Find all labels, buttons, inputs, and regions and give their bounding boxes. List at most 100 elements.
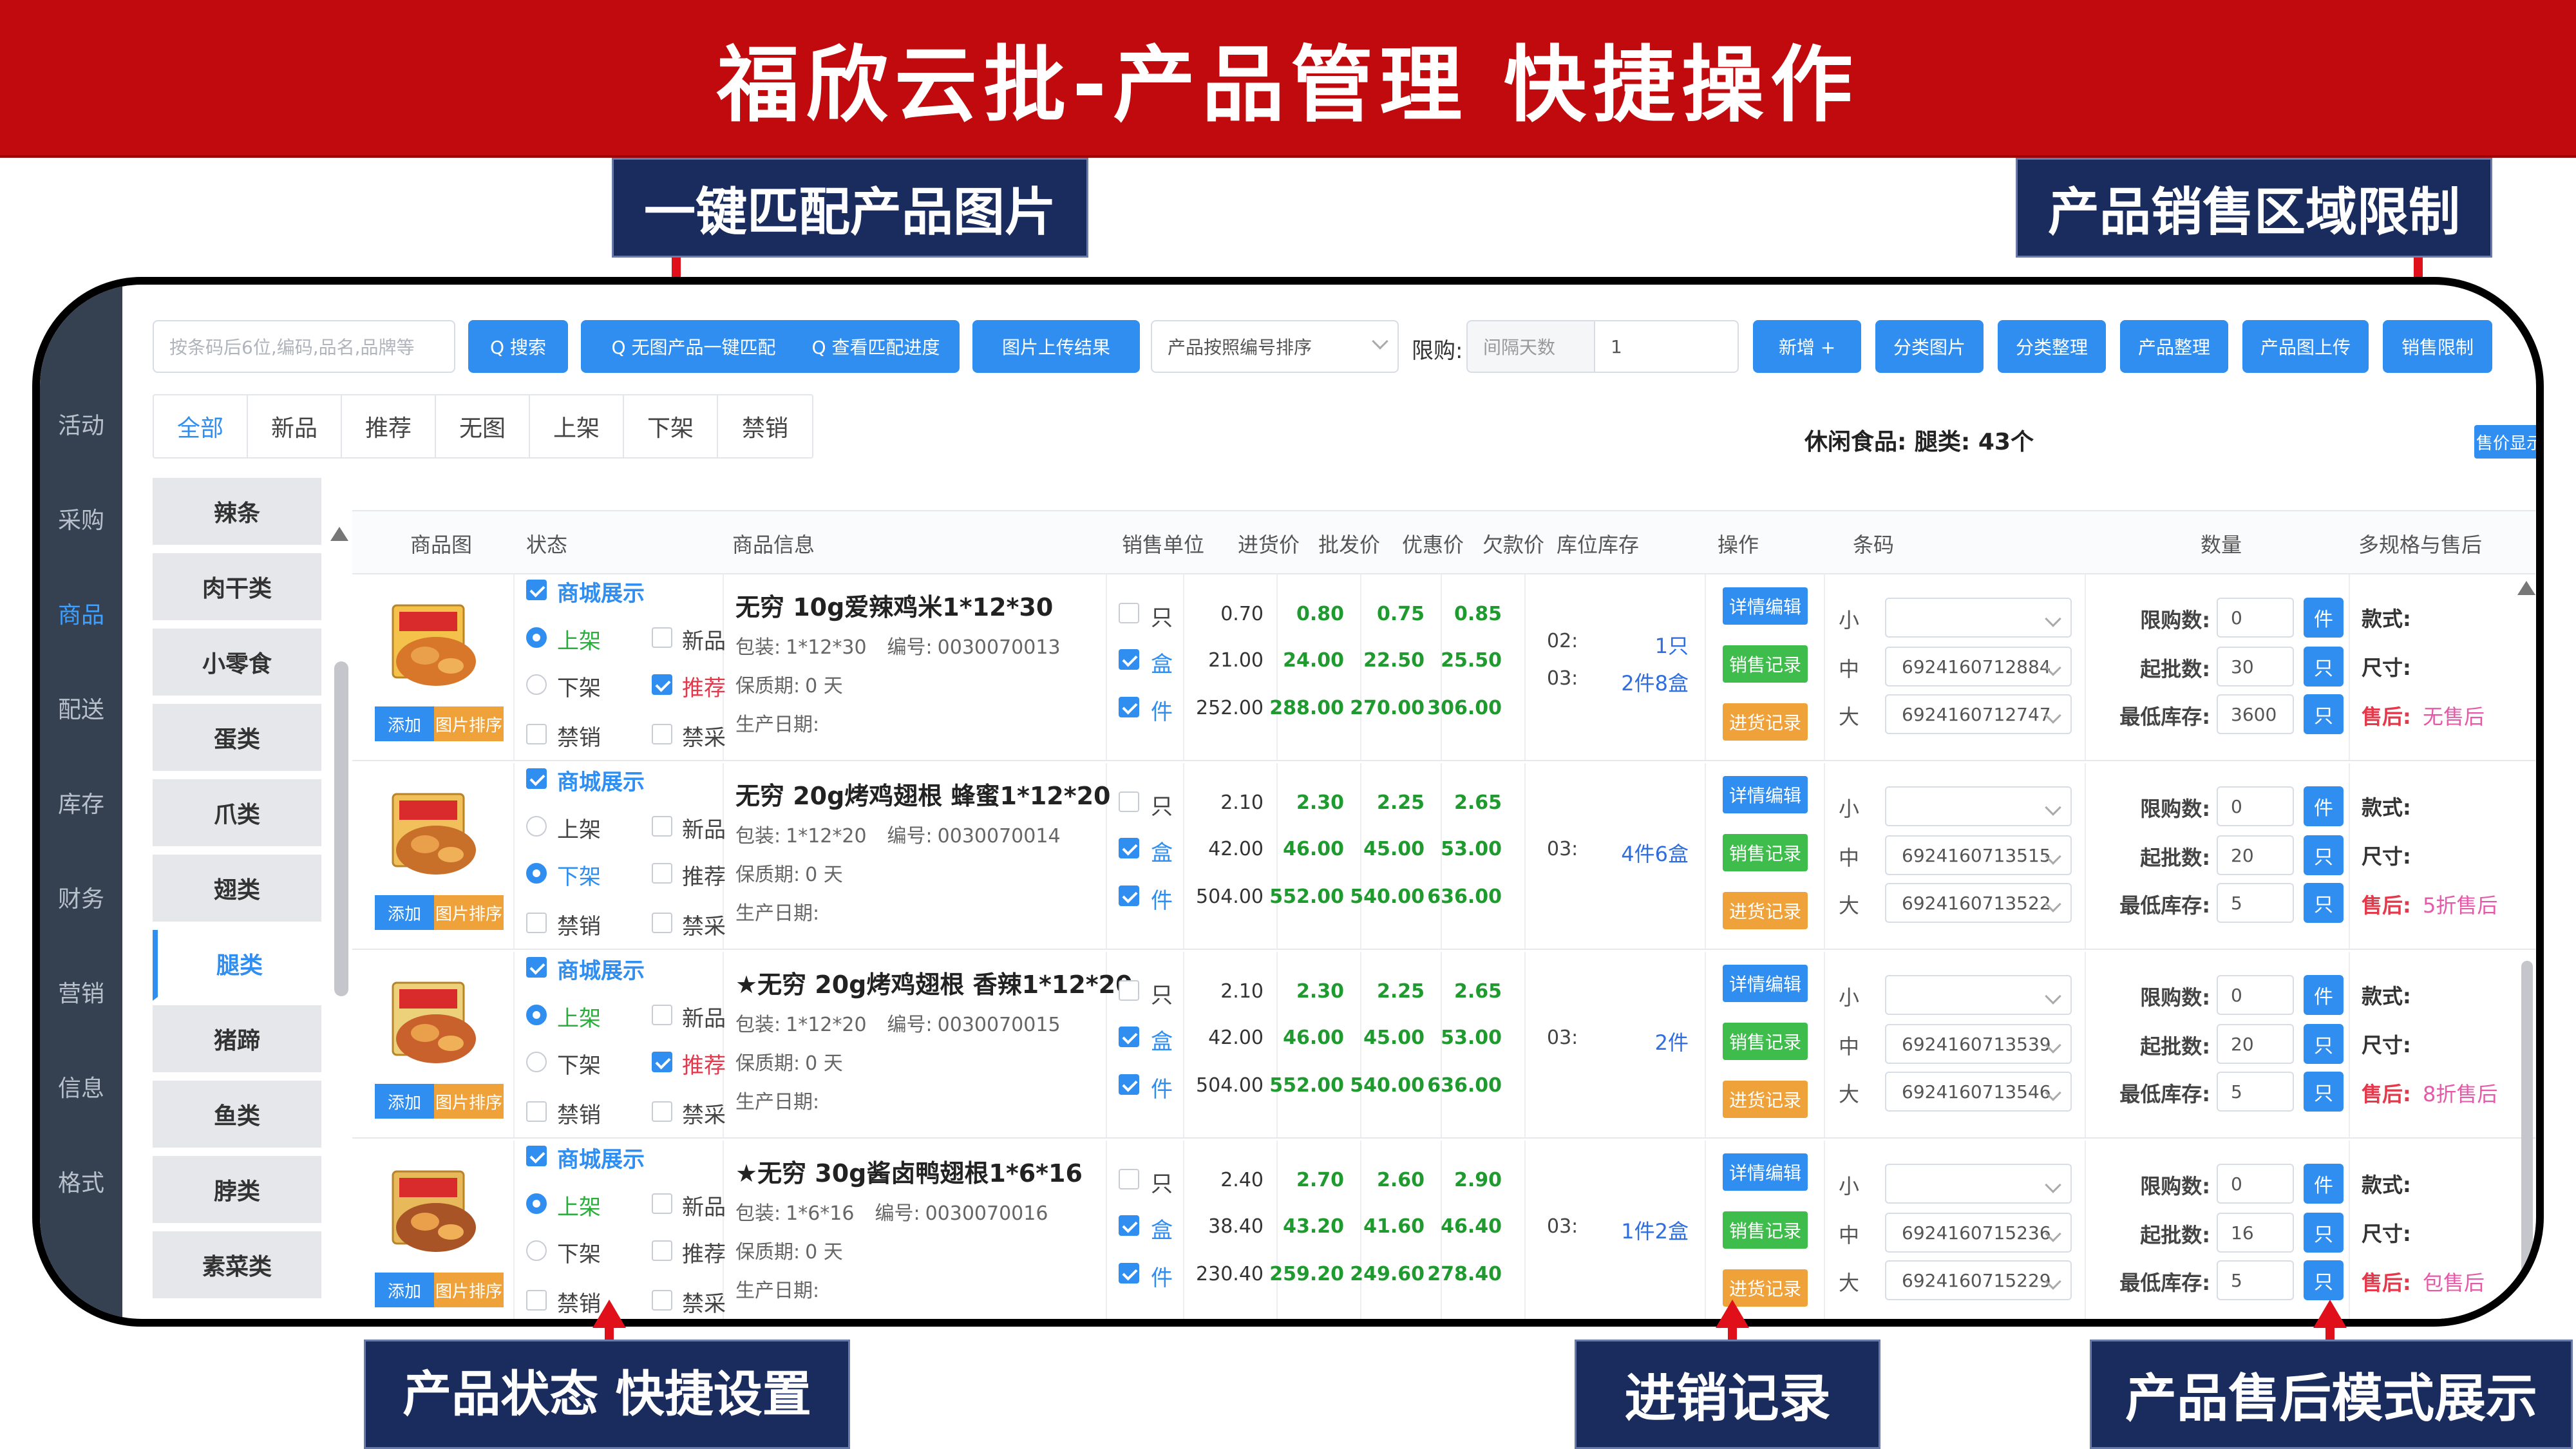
- unit-checkbox[interactable]: [1119, 1215, 1139, 1236]
- unit-toggle-button[interactable]: 只: [2304, 1072, 2344, 1112]
- nav-item[interactable]: 营销: [40, 975, 122, 1009]
- new-checkbox[interactable]: [652, 1005, 672, 1025]
- tab[interactable]: 上架: [530, 395, 624, 457]
- tab[interactable]: 新品: [248, 395, 342, 457]
- unit-checkbox[interactable]: [1119, 1074, 1139, 1095]
- unit-checkbox[interactable]: [1119, 603, 1139, 623]
- quantity-input[interactable]: 20: [2217, 1024, 2294, 1064]
- unit-toggle-button[interactable]: 件: [2304, 598, 2344, 638]
- sort-select[interactable]: 产品按照编号排序: [1151, 320, 1399, 373]
- recommend-checkbox[interactable]: [652, 1052, 672, 1072]
- nav-item[interactable]: 格式: [40, 1164, 122, 1198]
- nav-item[interactable]: 商品: [40, 596, 122, 630]
- quantity-input[interactable]: 0: [2217, 786, 2294, 826]
- category-item[interactable]: 小零食: [153, 629, 321, 699]
- tab[interactable]: 下架: [624, 395, 718, 457]
- ban-buy-checkbox[interactable]: [652, 1290, 672, 1311]
- on-shelf-radio[interactable]: [526, 627, 547, 648]
- product-image-upload-button[interactable]: 产品图上传: [2242, 320, 2369, 373]
- category-item[interactable]: 鱼类: [153, 1081, 321, 1151]
- category-item[interactable]: 蛋类: [153, 704, 321, 775]
- add-image-button[interactable]: 添加: [375, 1084, 434, 1119]
- upload-result-button[interactable]: 图片上传结果: [972, 320, 1140, 373]
- unit-checkbox[interactable]: [1119, 697, 1139, 717]
- ban-sale-checkbox[interactable]: [526, 913, 547, 933]
- search-button[interactable]: Q 搜索: [468, 320, 568, 373]
- category-item[interactable]: 猪蹄: [153, 1005, 321, 1076]
- new-checkbox[interactable]: [652, 816, 672, 837]
- quantity-input[interactable]: 30: [2217, 647, 2294, 687]
- unit-checkbox[interactable]: [1119, 980, 1139, 1001]
- product-image[interactable]: [375, 594, 497, 697]
- unit-checkbox[interactable]: [1119, 1169, 1139, 1189]
- on-shelf-radio[interactable]: [526, 816, 547, 837]
- quantity-input[interactable]: 5: [2217, 883, 2294, 923]
- barcode-select[interactable]: [1885, 598, 2072, 638]
- mall-display-checkbox[interactable]: [526, 768, 547, 789]
- barcode-select[interactable]: 6924160715229: [1885, 1260, 2072, 1300]
- quantity-input[interactable]: 3600: [2217, 694, 2294, 734]
- new-checkbox[interactable]: [652, 1193, 672, 1214]
- unit-checkbox[interactable]: [1119, 791, 1139, 812]
- category-item[interactable]: 肉干类: [153, 553, 321, 624]
- product-image[interactable]: [375, 971, 497, 1074]
- detail-edit-button[interactable]: 详情编辑: [1723, 965, 1808, 1002]
- quantity-input[interactable]: 0: [2217, 1164, 2294, 1204]
- product-image[interactable]: [375, 1160, 497, 1263]
- tab[interactable]: 无图: [436, 395, 530, 457]
- barcode-select[interactable]: 6924160713546: [1885, 1072, 2072, 1112]
- on-shelf-radio[interactable]: [526, 1005, 547, 1025]
- unit-toggle-button[interactable]: 只: [2304, 1024, 2344, 1064]
- barcode-select[interactable]: 6924160715236: [1885, 1213, 2072, 1253]
- scroll-thumb[interactable]: [2521, 961, 2533, 1319]
- recommend-checkbox[interactable]: [652, 674, 672, 695]
- category-item[interactable]: 辣条: [153, 478, 321, 549]
- unit-toggle-button[interactable]: 件: [2304, 1164, 2344, 1204]
- price-display-toggle[interactable]: 售价显示: [2474, 425, 2536, 459]
- unit-checkbox[interactable]: [1119, 649, 1139, 670]
- nav-item[interactable]: 配送: [40, 691, 122, 724]
- quantity-input[interactable]: 0: [2217, 598, 2294, 638]
- barcode-select[interactable]: 6924160713539: [1885, 1024, 2072, 1064]
- purchase-record-button[interactable]: 进货记录: [1723, 1081, 1808, 1118]
- sales-limit-button[interactable]: 销售限制: [2383, 320, 2492, 373]
- image-sort-button[interactable]: 图片排序: [434, 1273, 504, 1307]
- detail-edit-button[interactable]: 详情编辑: [1723, 587, 1808, 625]
- interval-days-input[interactable]: 1: [1594, 320, 1739, 373]
- add-product-button[interactable]: 新增 +: [1753, 320, 1861, 373]
- mall-display-checkbox[interactable]: [526, 580, 547, 600]
- nav-item[interactable]: 库存: [40, 786, 122, 819]
- add-image-button[interactable]: 添加: [375, 895, 434, 930]
- quantity-input[interactable]: 16: [2217, 1213, 2294, 1253]
- search-input[interactable]: 按条码后6位,编码,品名,品牌等: [153, 320, 455, 373]
- unit-toggle-button[interactable]: 只: [2304, 1260, 2344, 1300]
- unit-toggle-button[interactable]: 只: [2304, 883, 2344, 923]
- ban-sale-checkbox[interactable]: [526, 1290, 547, 1311]
- detail-edit-button[interactable]: 详情编辑: [1723, 1153, 1808, 1191]
- barcode-select[interactable]: 6924160713522: [1885, 883, 2072, 923]
- category-item[interactable]: 翅类: [153, 855, 321, 925]
- ban-buy-checkbox[interactable]: [652, 1101, 672, 1122]
- barcode-select[interactable]: [1885, 975, 2072, 1015]
- image-sort-button[interactable]: 图片排序: [434, 1084, 504, 1119]
- image-sort-button[interactable]: 图片排序: [434, 895, 504, 930]
- unit-toggle-button[interactable]: 只: [2304, 647, 2344, 687]
- detail-edit-button[interactable]: 详情编辑: [1723, 776, 1808, 813]
- nav-item[interactable]: 活动: [40, 407, 122, 440]
- image-sort-button[interactable]: 图片排序: [434, 706, 504, 741]
- category-item[interactable]: 素菜类: [153, 1231, 321, 1302]
- unit-checkbox[interactable]: [1119, 1263, 1139, 1283]
- barcode-select[interactable]: [1885, 1164, 2072, 1204]
- category-item[interactable]: 爪类: [153, 779, 321, 850]
- category-arrange-button[interactable]: 分类整理: [1998, 320, 2106, 373]
- add-image-button[interactable]: 添加: [375, 1273, 434, 1307]
- ban-buy-checkbox[interactable]: [652, 724, 672, 744]
- unit-toggle-button[interactable]: 只: [2304, 1213, 2344, 1253]
- unit-toggle-button[interactable]: 只: [2304, 835, 2344, 875]
- purchase-record-button[interactable]: 进货记录: [1723, 703, 1808, 741]
- category-item[interactable]: 脖类: [153, 1156, 321, 1227]
- add-image-button[interactable]: 添加: [375, 706, 434, 741]
- product-image[interactable]: [375, 782, 497, 886]
- sales-record-button[interactable]: 销售记录: [1723, 645, 1808, 683]
- unit-toggle-button[interactable]: 件: [2304, 975, 2344, 1015]
